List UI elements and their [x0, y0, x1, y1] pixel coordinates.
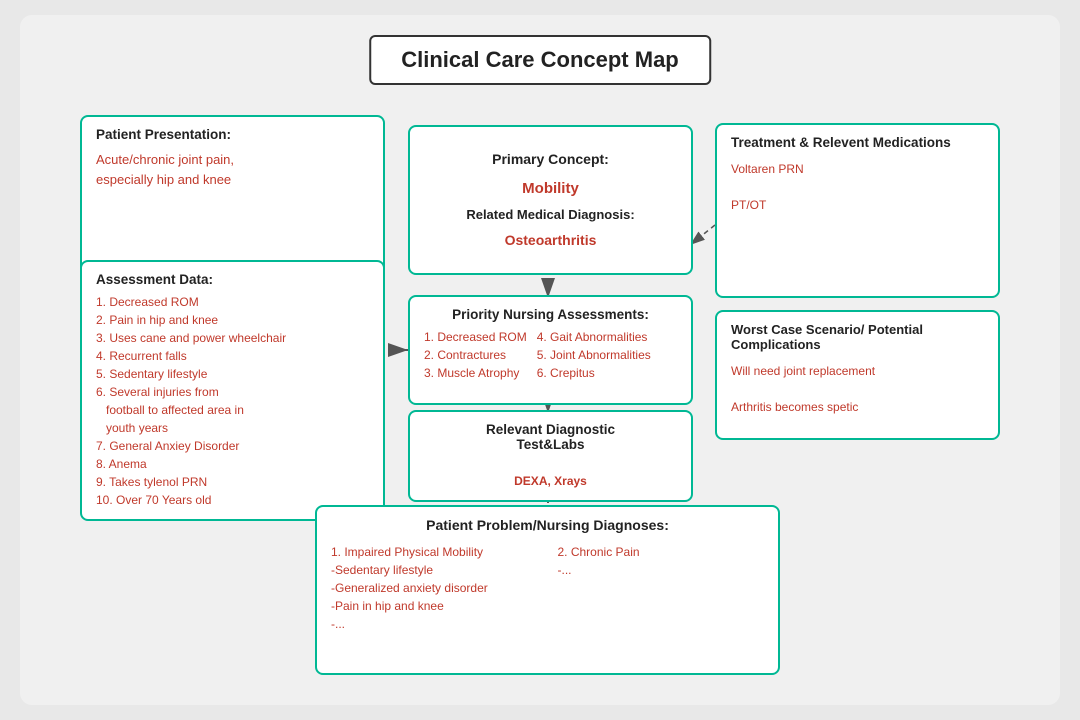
nursing-diagnoses-right: 2. Chronic Pain -... — [558, 543, 765, 633]
priority-nursing-title: Priority Nursing Assessments: — [424, 307, 677, 322]
priority-nursing-right: 4. Gait Abnormalities 5. Joint Abnormali… — [537, 328, 651, 382]
assessment-data-content: 1. Decreased ROM 2. Pain in hip and knee… — [96, 293, 369, 509]
treatment-title: Treatment & Relevent Medications — [731, 135, 984, 150]
primary-concept-label3: Related Medical Diagnosis: — [466, 205, 634, 225]
nursing-diagnoses-box: Patient Problem/Nursing Diagnoses: 1. Im… — [315, 505, 780, 675]
nursing-diagnoses-title: Patient Problem/Nursing Diagnoses: — [331, 517, 764, 533]
worst-case-box: Worst Case Scenario/ PotentialComplicati… — [715, 310, 1000, 440]
primary-concept-label1: Primary Concept: — [492, 149, 609, 170]
primary-concept-mobility: Mobility — [522, 178, 579, 201]
canvas: Clinical Care Concept Map Patient Presen… — [20, 15, 1060, 705]
worst-case-content: Will need joint replacement Arthritis be… — [731, 362, 984, 416]
assessment-data-box: Assessment Data: 1. Decreased ROM 2. Pai… — [80, 260, 385, 521]
treatment-box: Treatment & Relevent Medications Voltare… — [715, 123, 1000, 298]
nursing-diagnoses-left: 1. Impaired Physical Mobility -Sedentary… — [331, 543, 538, 633]
primary-concept-box: Primary Concept: Mobility Related Medica… — [408, 125, 693, 275]
diagnostic-box: Relevant DiagnosticTest&Labs DEXA, Xrays — [408, 410, 693, 502]
worst-case-title: Worst Case Scenario/ PotentialComplicati… — [731, 322, 984, 352]
priority-nursing-left: 1. Decreased ROM 2. Contractures 3. Musc… — [424, 328, 527, 382]
patient-presentation-title: Patient Presentation: — [96, 127, 369, 142]
treatment-content: Voltaren PRN PT/OT — [731, 160, 984, 214]
primary-concept-diagnosis: Osteoarthritis — [505, 230, 597, 251]
diagnostic-title: Relevant DiagnosticTest&Labs — [486, 422, 615, 452]
assessment-data-title: Assessment Data: — [96, 272, 369, 287]
priority-nursing-box: Priority Nursing Assessments: 1. Decreas… — [408, 295, 693, 405]
page-title: Clinical Care Concept Map — [369, 35, 711, 85]
patient-presentation-box: Patient Presentation: Acute/chronic join… — [80, 115, 385, 275]
diagnostic-content: DEXA, Xrays — [514, 472, 587, 490]
patient-presentation-content: Acute/chronic joint pain,especially hip … — [96, 150, 369, 189]
